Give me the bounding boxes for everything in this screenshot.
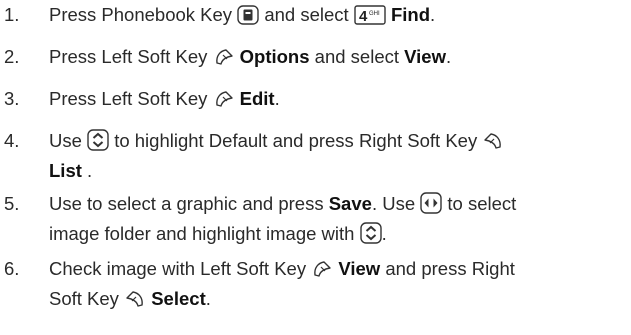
step-text-segment: . bbox=[430, 4, 436, 25]
step-text: Use to highlight Default and press Right… bbox=[49, 128, 621, 184]
svg-text:GHI: GHI bbox=[369, 11, 380, 17]
step-text-segment: Press Phonebook Key bbox=[49, 4, 233, 25]
step-text-segment: Press Left Soft Key bbox=[49, 46, 208, 67]
step-number: 4. bbox=[4, 130, 20, 151]
step-text-segment: and press Right bbox=[385, 258, 515, 279]
step-text: Check image with Left Soft Key View and … bbox=[49, 256, 621, 316]
step-text: Press Left Soft Key Options and select V… bbox=[49, 44, 621, 74]
step-text-segment: . bbox=[205, 288, 211, 309]
step-text-segment: Check image with Left Soft Key bbox=[49, 258, 307, 279]
step-text-segment: . bbox=[274, 88, 280, 109]
step-text-segment: image folder and highlight image with bbox=[49, 223, 355, 244]
step-number: 3. bbox=[4, 88, 20, 109]
view-label: View bbox=[404, 46, 446, 67]
view-label: View bbox=[338, 258, 381, 279]
step-text-segment: to highlight Default and press Right Sof… bbox=[114, 130, 478, 151]
left-soft-key-icon bbox=[213, 89, 235, 116]
options-label: Options bbox=[239, 46, 310, 67]
step-number: 5. bbox=[4, 193, 20, 214]
left-right-nav-key-icon bbox=[420, 192, 442, 221]
edit-label: Edit bbox=[239, 88, 275, 109]
up-down-nav-key-icon bbox=[87, 129, 109, 158]
step-number: 1. bbox=[4, 4, 20, 25]
4ghi-key-icon: 4 GHI bbox=[354, 5, 386, 32]
up-down-nav-key-icon bbox=[359, 222, 382, 251]
instruction-list: 1. Press Phonebook Key and select 4 GHI … bbox=[0, 0, 631, 335]
right-soft-key-icon bbox=[124, 289, 146, 316]
step-number: 6. bbox=[4, 258, 20, 279]
left-soft-key-icon bbox=[213, 47, 235, 74]
step-text-segment: . bbox=[87, 160, 93, 181]
find-label: Find bbox=[390, 4, 431, 25]
step-text: Use to select a graphic and press Save. … bbox=[49, 191, 621, 251]
step-number: 2. bbox=[4, 46, 20, 67]
right-soft-key-icon bbox=[482, 131, 504, 158]
left-soft-key-icon bbox=[311, 259, 333, 286]
step-text-segment: . bbox=[381, 223, 387, 244]
phonebook-key-icon bbox=[237, 5, 259, 32]
step-text: Press Left Soft Key Edit. bbox=[49, 86, 621, 116]
svg-text:4: 4 bbox=[359, 8, 368, 25]
select-label: Select bbox=[151, 288, 206, 309]
step-text-segment: to select bbox=[447, 193, 517, 214]
step-text-segment: Press Left Soft Key bbox=[49, 88, 208, 109]
step-text-segment: and select bbox=[314, 46, 400, 67]
step-text-segment: Soft Key bbox=[49, 288, 119, 309]
step-text-segment: and select bbox=[264, 4, 349, 25]
save-label: Save bbox=[328, 193, 372, 214]
step-text-segment: Use bbox=[49, 130, 82, 151]
step-text-segment: . Use bbox=[371, 193, 416, 214]
step-text-segment: . bbox=[445, 46, 452, 67]
step-text-segment: Use to select a graphic and press bbox=[49, 193, 324, 214]
list-label: List bbox=[49, 160, 82, 181]
step-text: Press Phonebook Key and select 4 GHI Fin… bbox=[49, 2, 621, 32]
